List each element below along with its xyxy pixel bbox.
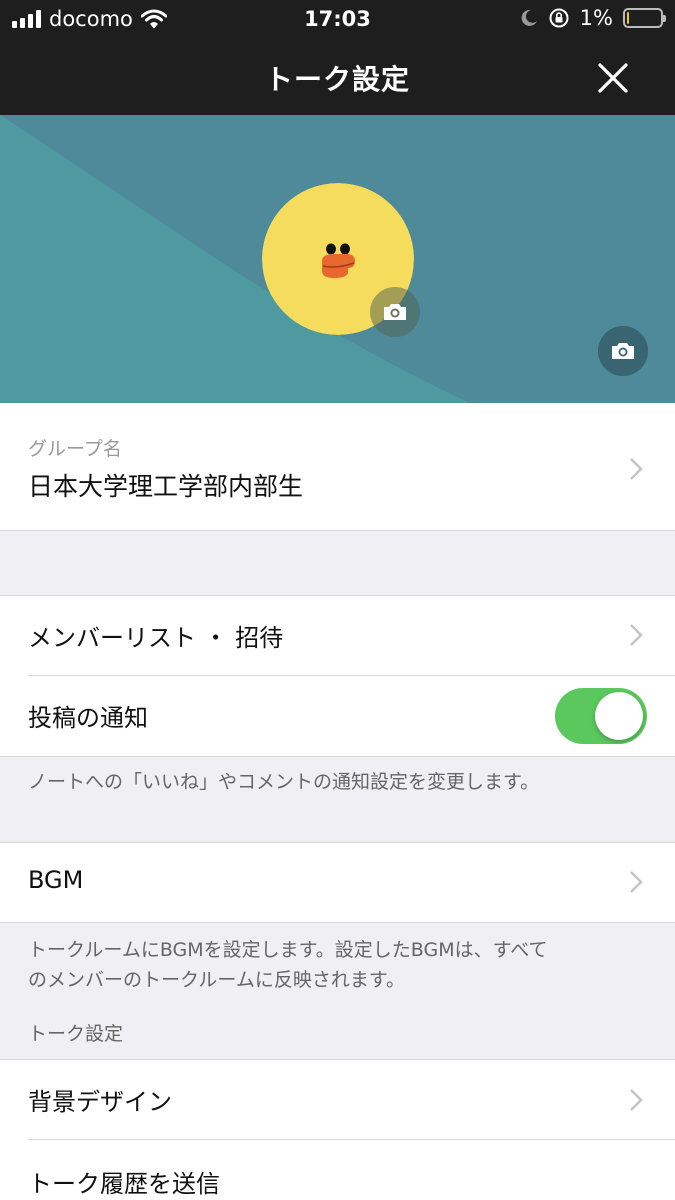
chevron-right-icon xyxy=(630,871,643,893)
avatar-camera-button[interactable] xyxy=(370,287,420,337)
talk-settings-header: トーク設定 xyxy=(28,1023,124,1045)
camera-icon xyxy=(384,304,406,320)
chevron-right-icon xyxy=(630,458,643,480)
status-bar: docomo 17:03 1% xyxy=(0,0,675,38)
bgm-label: BGM xyxy=(28,866,84,894)
send-history-label: トーク履歴を送信 xyxy=(28,1170,220,1198)
send-history-row[interactable]: トーク履歴を送信 xyxy=(0,1140,675,1200)
battery-icon xyxy=(623,8,666,28)
member-list-label: メンバーリスト ・ 招待 xyxy=(28,624,284,652)
member-section: メンバーリスト ・ 招待 投稿の通知 xyxy=(0,596,675,756)
divider xyxy=(0,530,675,531)
bgm-note-line2: のメンバーのトークルームに反映されます。 xyxy=(28,969,405,991)
background-design-row[interactable]: 背景デザイン xyxy=(0,1060,675,1139)
status-right: 1% xyxy=(520,6,666,30)
rotation-lock-icon xyxy=(549,8,569,28)
battery-percent: 1% xyxy=(579,6,613,30)
post-notification-row: 投稿の通知 xyxy=(0,676,675,756)
toggle-knob xyxy=(595,692,643,740)
moon-icon xyxy=(521,9,537,26)
bgm-row[interactable]: BGM xyxy=(0,843,675,922)
page-title: トーク設定 xyxy=(264,63,410,96)
talk-settings-section: 背景デザイン トーク履歴を送信 xyxy=(0,1060,675,1200)
chevron-right-icon xyxy=(630,1089,643,1111)
close-icon xyxy=(598,63,628,93)
divider xyxy=(0,756,675,757)
group-name-row[interactable]: グループ名 日本大学理工学部内部生 xyxy=(0,403,675,531)
post-notification-note: ノートへの「いいね」やコメントの通知設定を変更します。 xyxy=(28,771,540,793)
post-notification-label: 投稿の通知 xyxy=(28,704,148,732)
bgm-note-line1: トークルームにBGMを設定します。設定したBGMは、すべて xyxy=(28,939,548,961)
member-list-row[interactable]: メンバーリスト ・ 招待 xyxy=(0,596,675,675)
bgm-note: トークルームにBGMを設定します。設定したBGMは、すべて のメンバーのトークル… xyxy=(28,935,548,995)
close-button[interactable] xyxy=(591,56,635,100)
cover-image[interactable] xyxy=(0,115,675,403)
chevron-right-icon xyxy=(630,624,643,646)
post-notification-toggle[interactable] xyxy=(555,688,647,744)
cover-camera-button[interactable] xyxy=(598,326,648,376)
nav-bar: トーク設定 xyxy=(0,38,675,115)
camera-icon xyxy=(612,343,634,359)
divider xyxy=(0,922,675,923)
group-name-caption: グループ名 xyxy=(28,438,122,460)
group-name-value: 日本大学理工学部内部生 xyxy=(28,472,304,501)
background-design-label: 背景デザイン xyxy=(28,1088,172,1116)
